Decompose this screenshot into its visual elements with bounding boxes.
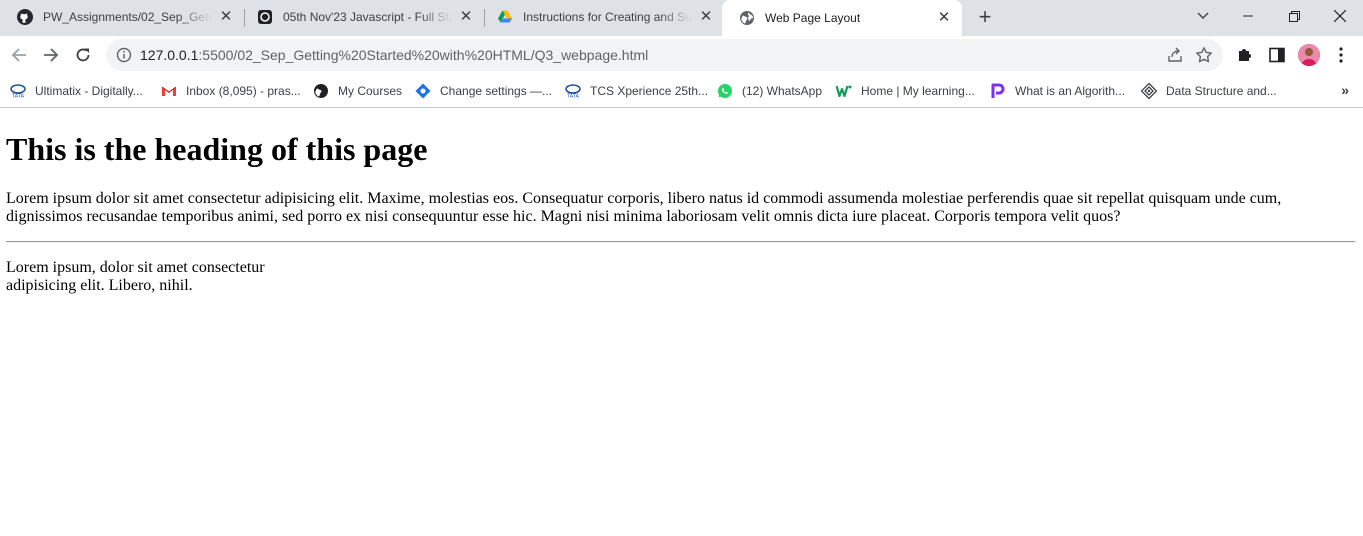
browser-toolbar: 127.0.0.1:5500/02_Sep_Getting%20Started%…: [0, 36, 1363, 74]
bookmark-whatsapp[interactable]: (12) WhatsApp: [717, 81, 822, 101]
side-panel-icon: [1269, 47, 1285, 63]
paragraph-lorem-long: Lorem ipsum dolor sit amet consectetur a…: [6, 190, 1282, 225]
close-icon[interactable]: ✕: [698, 9, 714, 25]
more-vert-icon: [1339, 47, 1343, 63]
forward-button[interactable]: [36, 40, 66, 70]
url-text[interactable]: 127.0.0.1:5500/02_Sep_Getting%20Started%…: [140, 47, 648, 63]
page-icon: [257, 9, 273, 25]
bookmark-algorithm[interactable]: What is an Algorith...: [990, 81, 1125, 101]
close-icon[interactable]: ✕: [458, 9, 474, 25]
globe-icon: [739, 10, 755, 26]
bookmark-tcs-xperience[interactable]: TATA TCS Xperience 25th...: [565, 81, 708, 101]
address-bar[interactable]: 127.0.0.1:5500/02_Sep_Getting%20Started%…: [106, 39, 1223, 71]
bookmark-inbox[interactable]: Inbox (8,095) - pras...: [161, 81, 301, 101]
close-window-button[interactable]: [1317, 0, 1363, 32]
page-content: This is the heading of this page Lorem i…: [0, 109, 1363, 536]
reload-button[interactable]: [68, 40, 98, 70]
chevron-double-right-icon[interactable]: »: [1341, 82, 1349, 98]
star-icon[interactable]: [1195, 46, 1213, 69]
bookmark-label: My Courses: [338, 84, 403, 98]
minimize-icon: [1243, 15, 1253, 17]
close-icon[interactable]: ✕: [936, 10, 952, 26]
menu-button[interactable]: [1330, 44, 1352, 66]
settings-diamond-icon: [415, 83, 431, 99]
bookmark-label: Home | My learning...: [861, 84, 975, 98]
globe-icon: [313, 83, 329, 99]
svg-text:TATA: TATA: [566, 94, 579, 99]
page-heading: This is the heading of this page: [6, 131, 428, 167]
info-icon[interactable]: [116, 47, 132, 63]
avatar-icon: [1298, 44, 1320, 66]
bookmark-label: Inbox (8,095) - pras...: [186, 84, 301, 98]
arrow-left-icon: [11, 48, 26, 62]
close-icon: [1334, 10, 1346, 22]
tata-icon: TATA: [10, 83, 26, 99]
bookmarks-bar: TATA Ultimatix - Digitally... Inbox (8,0…: [0, 74, 1363, 108]
restore-button[interactable]: [1271, 0, 1317, 32]
side-panel-button[interactable]: [1266, 44, 1288, 66]
tab-instructions[interactable]: Instructions for Creating and Sub ✕: [480, 0, 724, 34]
bookmark-label: Data Structure and...: [1166, 84, 1277, 98]
bookmark-change-settings[interactable]: Change settings —...: [415, 81, 552, 101]
bookmark-label: Change settings —...: [440, 84, 553, 98]
bookmark-my-courses[interactable]: My Courses: [313, 81, 402, 101]
tab-title: 05th Nov'23 Javascript - Full Sta: [283, 10, 452, 24]
bookmark-ultimatix[interactable]: TATA Ultimatix - Digitally...: [10, 81, 143, 101]
bookmark-label: What is an Algorith...: [1015, 84, 1126, 98]
tata-icon: TATA: [565, 83, 581, 99]
url-host: 127.0.0.1: [140, 47, 199, 63]
tab-title: PW_Assignments/02_Sep_Getting: [43, 10, 212, 24]
minimize-button[interactable]: [1225, 0, 1271, 32]
tab-strip: PW_Assignments/02_Sep_Getting ✕ 05th Nov…: [0, 0, 1363, 36]
google-drive-icon: [497, 9, 513, 25]
p-logo-icon: [990, 83, 1006, 99]
url-path: :5500/02_Sep_Getting%20Started%20with%20…: [198, 47, 649, 63]
horizontal-rule: [6, 241, 1355, 243]
bookmark-label: TCS Xperience 25th...: [590, 84, 709, 98]
back-button[interactable]: [4, 40, 34, 70]
profile-avatar[interactable]: [1298, 44, 1320, 66]
share-icon[interactable]: [1167, 47, 1183, 68]
bookmark-data-structure[interactable]: Data Structure and...: [1141, 81, 1277, 101]
tab-title: Instructions for Creating and Sub: [523, 10, 692, 24]
w-logo-icon: [836, 83, 852, 99]
reload-icon: [76, 48, 90, 62]
tab-pw-assignments[interactable]: PW_Assignments/02_Sep_Getting ✕: [0, 0, 244, 34]
extensions-button[interactable]: [1234, 44, 1256, 66]
puzzle-icon: [1239, 49, 1251, 61]
close-icon[interactable]: ✕: [218, 9, 234, 25]
github-icon: [17, 9, 33, 25]
tab-search-button[interactable]: [1180, 0, 1226, 32]
svg-text:TATA: TATA: [11, 94, 24, 99]
ds-logo-icon: [1141, 83, 1157, 99]
tab-web-page-layout[interactable]: Web Page Layout ✕: [722, 0, 962, 36]
arrow-right-icon: [44, 48, 59, 62]
tab-javascript-full-stack[interactable]: 05th Nov'23 Javascript - Full Sta ✕: [240, 0, 484, 34]
tab-title: Web Page Layout: [765, 11, 861, 25]
bookmark-label: Ultimatix - Digitally...: [35, 84, 143, 98]
restore-icon: [1288, 10, 1300, 22]
chevron-down-icon: [1197, 12, 1209, 19]
new-tab-button[interactable]: +: [973, 5, 997, 29]
paragraph-lorem-short: Lorem ipsum, dolor sit amet consectetur …: [6, 259, 265, 294]
bookmark-home-my-learning[interactable]: Home | My learning...: [836, 81, 975, 101]
whatsapp-icon: [717, 83, 733, 99]
gmail-icon: [161, 83, 177, 99]
bookmark-label: (12) WhatsApp: [742, 84, 823, 98]
